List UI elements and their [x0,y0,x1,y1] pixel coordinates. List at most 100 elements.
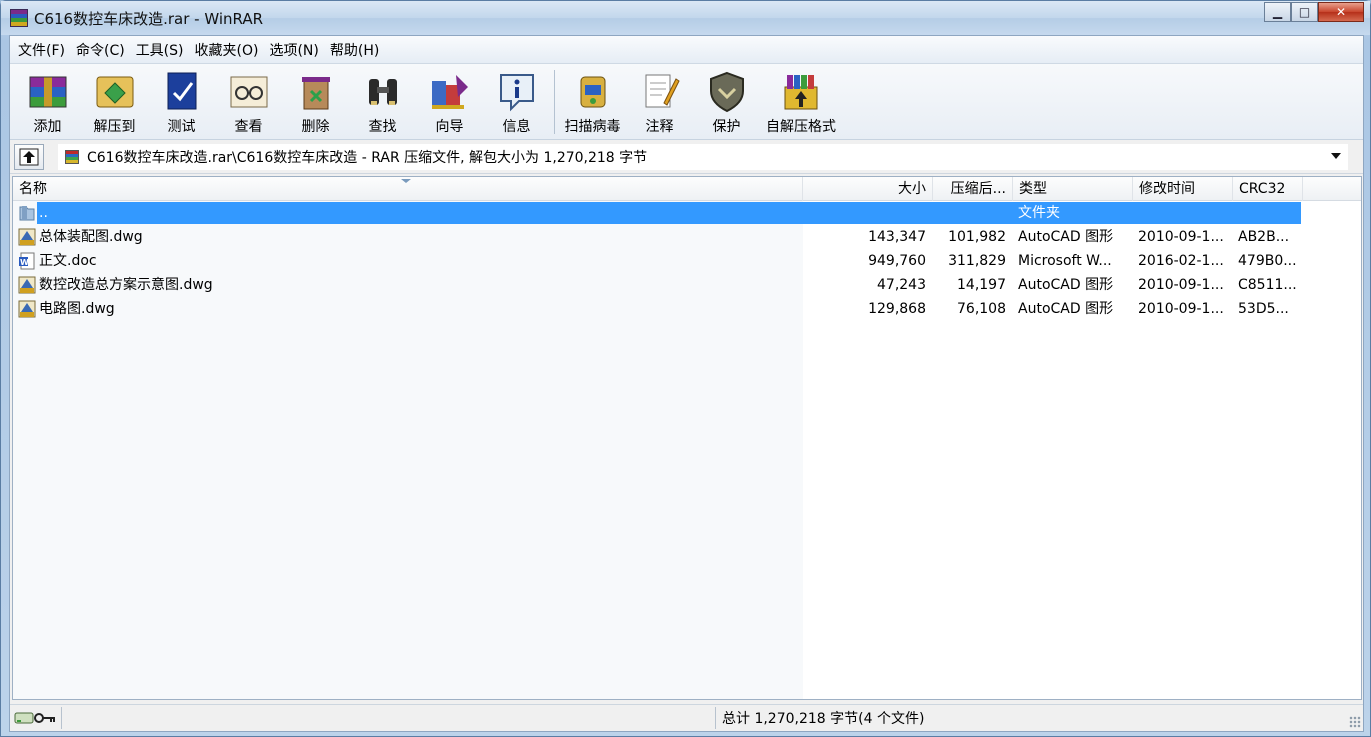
close-button[interactable]: ✕ [1318,2,1364,22]
file-type: AutoCAD 图形 [1018,277,1114,293]
window-title: C616数控车床改造.rar - WinRAR [34,9,264,28]
test-button[interactable]: 测试 [148,64,215,136]
file-modified [1132,201,1232,225]
chevron-down-icon[interactable] [1331,152,1341,159]
status-summary: 总计 1,270,218 字节(4 个文件) [722,710,925,727]
drive-icon[interactable] [14,711,34,725]
toolbar: 添加 解压到 测试 查看 删除 查找 向导 信息 扫描病毒 注释 保护 自解压格… [10,64,1363,140]
file-size: 949,760 [868,253,926,269]
wizard-label: 向导 [435,119,464,135]
test-icon [158,68,206,114]
file-row[interactable]: 数控改造总方案示意图.dwg 47,243 14,197 AutoCAD 图形 … [13,273,1361,297]
menu-file[interactable]: 文件(F) [14,40,69,60]
protect-button[interactable]: 保护 [693,64,760,136]
find-icon [359,68,407,114]
file-name: .. [39,205,48,221]
wizard-icon [426,68,474,114]
view-icon [225,68,273,114]
dwg-file-icon [18,228,36,246]
file-name: 数控改造总方案示意图.dwg [39,277,213,293]
view-button[interactable]: 查看 [215,64,282,136]
status-icons [10,706,62,729]
comment-label: 注释 [645,119,674,135]
delete-label: 删除 [301,119,330,135]
find-label: 查找 [368,119,397,135]
test-label: 测试 [167,119,196,135]
column-header-type[interactable]: 类型 [1013,177,1133,201]
sfx-icon [777,68,825,114]
status-bar: 总计 1,270,218 字节(4 个文件) [10,704,1363,730]
virus-scan-button[interactable]: 扫描病毒 [559,64,626,136]
list-header: 名称 大小 压缩后... 类型 修改时间 CRC32 [13,177,1361,201]
delete-icon [292,68,340,114]
file-row-parent[interactable]: .. 文件夹 [13,201,1361,225]
toolbar-separator [554,70,555,134]
virus-scan-icon [569,68,617,114]
file-crc: C8511... [1238,277,1297,293]
extract-to-button[interactable]: 解压到 [81,64,148,136]
file-packed [932,201,1012,225]
word-doc-icon: W [19,252,35,270]
protect-icon [703,68,751,114]
add-label: 添加 [33,119,62,135]
column-header-packed[interactable]: 压缩后... [933,177,1013,201]
info-icon [493,68,541,114]
menu-favorites[interactable]: 收藏夹(O) [191,40,263,60]
file-name: 总体装配图.dwg [39,229,143,245]
address-bar: C616数控车床改造.rar\C616数控车床改造 - RAR 压缩文件, 解包… [10,140,1363,174]
file-crc: 53D5... [1238,301,1289,317]
minimize-button[interactable]: ▁ [1264,2,1291,22]
file-name: 正文.doc [39,253,97,269]
svg-text:W: W [20,258,29,267]
add-archive-icon [24,68,72,114]
resize-grip-icon[interactable] [1349,716,1361,728]
winrar-app-icon[interactable] [10,9,28,27]
path-combobox[interactable]: C616数控车床改造.rar\C616数控车床改造 - RAR 压缩文件, 解包… [58,143,1348,170]
dwg-file-icon [18,300,36,318]
column-header-modified[interactable]: 修改时间 [1133,177,1233,201]
up-arrow-icon [19,148,39,165]
info-button[interactable]: 信息 [483,64,550,136]
file-modified: 2016-02-1... [1138,253,1224,269]
file-packed: 101,982 [948,229,1006,245]
file-row[interactable]: 电路图.dwg 129,868 76,108 AutoCAD 图形 2010-0… [13,297,1361,321]
file-type: Microsoft W... [1018,253,1112,269]
file-crc: AB2B... [1238,229,1290,245]
menu-tools[interactable]: 工具(S) [132,40,188,60]
file-size: 129,868 [868,301,926,317]
file-packed: 311,829 [948,253,1006,269]
menu-help[interactable]: 帮助(H) [326,40,383,60]
find-button[interactable]: 查找 [349,64,416,136]
file-packed: 14,197 [957,277,1006,293]
maximize-button[interactable]: □ [1291,2,1318,22]
file-row[interactable]: W 正文.doc 949,760 311,829 Microsoft W... … [13,249,1361,273]
file-row[interactable]: 总体装配图.dwg 143,347 101,982 AutoCAD 图形 201… [13,225,1361,249]
file-crc: 479B0... [1238,253,1297,269]
title-bar[interactable]: C616数控车床改造.rar - WinRAR ▁ □ ✕ [1,1,1370,35]
file-list[interactable]: 名称 大小 压缩后... 类型 修改时间 CRC32 .. 文件夹 总体装配图.… [12,176,1362,700]
status-middle-pane [62,706,716,729]
archive-icon [65,149,79,164]
delete-button[interactable]: 删除 [282,64,349,136]
menu-commands[interactable]: 命令(C) [72,40,129,60]
wizard-button[interactable]: 向导 [416,64,483,136]
add-button[interactable]: 添加 [14,64,81,136]
file-rows: .. 文件夹 总体装配图.dwg 143,347 101,982 AutoCAD… [13,201,1361,321]
column-header-crc[interactable]: CRC32 [1233,177,1303,201]
file-type: AutoCAD 图形 [1018,301,1114,317]
winrar-window: C616数控车床改造.rar - WinRAR ▁ □ ✕ 文件(F) 命令(C… [0,0,1371,737]
key-icon[interactable] [34,711,56,725]
sfx-button[interactable]: 自解压格式 [760,64,842,136]
file-modified: 2010-09-1... [1138,229,1224,245]
file-modified: 2010-09-1... [1138,277,1224,293]
up-folder-button[interactable] [14,143,44,170]
column-header-size[interactable]: 大小 [803,177,933,201]
folder-icon [19,206,35,221]
file-modified: 2010-09-1... [1138,301,1224,317]
client-area: 文件(F) 命令(C) 工具(S) 收藏夹(O) 选项(N) 帮助(H) 添加 … [9,35,1364,732]
file-size: 47,243 [877,277,926,293]
comment-icon [636,68,684,114]
view-label: 查看 [234,119,263,135]
comment-button[interactable]: 注释 [626,64,693,136]
menu-options[interactable]: 选项(N) [265,40,322,60]
